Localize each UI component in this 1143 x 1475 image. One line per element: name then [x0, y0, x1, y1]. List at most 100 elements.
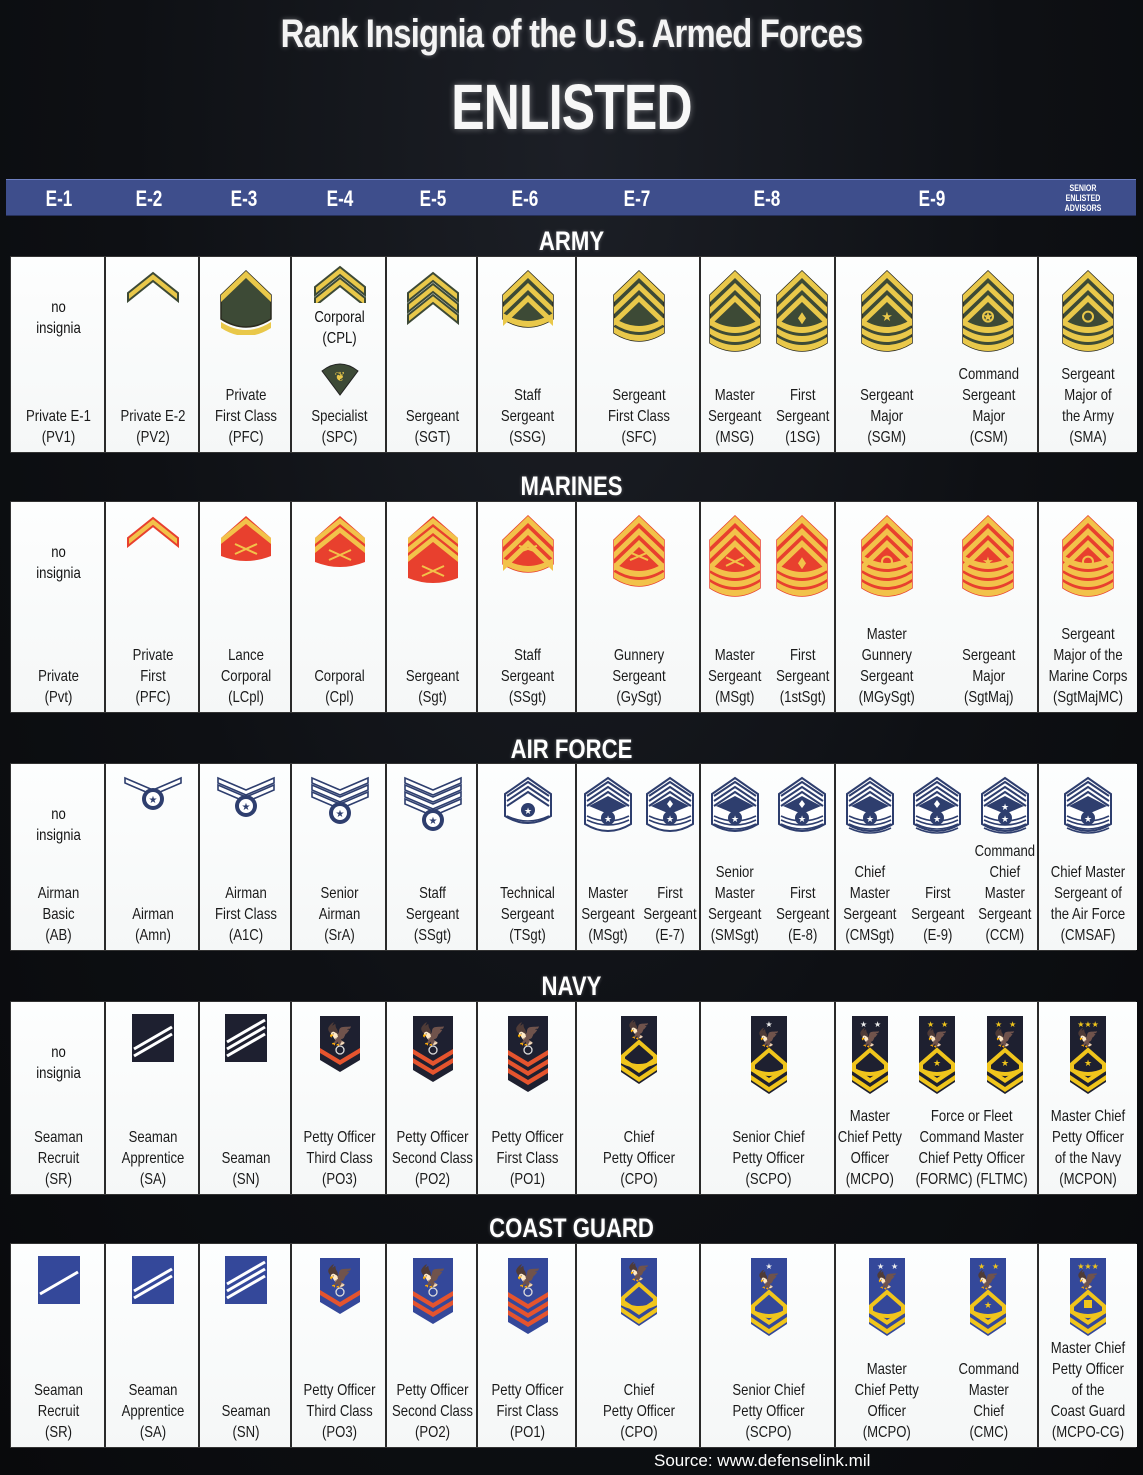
rank-label: First Sergeant (E-9) — [910, 885, 965, 944]
svg-text:🦅: 🦅 — [419, 1263, 446, 1289]
rank-label: Technical Sergeant (TSgt) — [500, 885, 555, 944]
rank-item: ★ Senior Airman (SrA) — [292, 764, 387, 950]
svg-text:★: ★ — [666, 814, 674, 824]
rank-label: Seaman (SN) — [221, 1150, 271, 1188]
svg-text:★: ★ — [798, 814, 806, 824]
eagle-rocker-1-star-icon: ★ 🦅 — [749, 1256, 789, 1343]
rank-label: Seaman Recruit (SR) — [34, 1382, 83, 1441]
rank-item: ★ Technical Sergeant (TSgt) — [478, 764, 577, 950]
rank-cell: Master Sergeant (MSgt) First Sergeant (1s… — [701, 502, 836, 712]
svg-text:🦅: 🦅 — [757, 1027, 779, 1048]
rank-item: Sergeant (SGT) — [387, 257, 478, 452]
svg-text:★: ★ — [604, 814, 612, 824]
section-title-marines: MARINES — [520, 471, 623, 501]
rank-item: ★ 🦅 Senior Chief Petty Officer (SCPO) — [701, 1002, 836, 1194]
af-wreath-8-stripe-icon: ★ — [1063, 776, 1113, 843]
svg-text:🦅: 🦅 — [859, 1027, 881, 1048]
rank-label: Chief Petty Officer (CPO) — [603, 1382, 675, 1441]
rank-label: Lance Corporal (LCpl) — [220, 647, 272, 706]
rank-label: Master Gunnery Sergeant (MGySgt) — [858, 626, 915, 706]
rank-label: Senior Master Sergeant (SMSgt) — [708, 864, 762, 944]
af-star-8-stripe-star-icon: ★ ★ — [980, 776, 1030, 843]
svg-text:🦅: 🦅 — [757, 1269, 779, 1290]
chevron-2-icon — [311, 263, 369, 309]
rank-label: Master Chief Petty Officer (MCPO) — [837, 1108, 902, 1188]
rank-item: Gunnery Sergeant (GySgt) — [577, 502, 701, 712]
af-star-4-stripe-icon: ★ — [403, 776, 463, 837]
rank-cell: Master Gunnery Sergeant (MGySgt) ★ Sergean… — [836, 502, 1039, 712]
rank-cell: no insignia Airman Basic (AB) — [11, 764, 106, 950]
rank-cell: 🦅 Petty Officer First Class (PO1) — [478, 1244, 577, 1447]
rank-item: 🦅 Petty Officer Third Class (PO3) — [292, 1002, 387, 1194]
rank-cell: ★ Chief Master Sergeant of the Air Force … — [1039, 764, 1137, 950]
af-star-8-stripe-diamond-icon: ★ — [912, 776, 962, 843]
rank-label: Staff Sergeant (SSgt) — [405, 885, 460, 944]
rank-item: ★ Chief Master Sergeant of the Air Force … — [1039, 764, 1137, 950]
rank-label: Chief Petty Officer (CPO) — [603, 1129, 675, 1188]
svg-text:★: ★ — [933, 814, 941, 824]
rank-label: Command Chief Master Sergeant (CCM) — [974, 843, 1036, 944]
eagle-chevron-1-icon: 🦅 — [318, 1014, 362, 1079]
rank-cell: no insignia Seaman Recruit (SR) — [11, 1002, 106, 1194]
stripes-2-icon — [132, 1014, 174, 1067]
rank-label: Staff Sergeant (SSgt) — [500, 647, 555, 706]
rank-label: Private (Pvt) — [38, 668, 79, 706]
chevron-3-rocker-2-rifles-icon — [610, 514, 668, 599]
rank-cell: 🦅 Petty Officer Third Class (PO3) — [292, 1244, 387, 1447]
rank-item: Staff Sergeant (SSgt) — [478, 502, 577, 712]
eagle-rocker-3-gold-star-icon: ★★★ 🦅 ★ — [1068, 1014, 1108, 1101]
rank-item: ★ 🦅 Senior Chief Petty Officer (SCPO) — [701, 1244, 836, 1447]
eagle-rocker-2-gold-star-icon: ★ ★ 🦅 ★ — [968, 1256, 1008, 1343]
svg-text:🦅: 🦅 — [926, 1027, 948, 1048]
section-title-navy: NAVY — [541, 971, 602, 1001]
section-title-army: ARMY — [538, 226, 605, 256]
rank-item: ★ Staff Sergeant (SSgt) — [387, 764, 478, 950]
eagle-rocker-2-gold-star-icon: ★ ★ 🦅 ★ — [917, 1014, 957, 1101]
rank-item: ★★★🦅★Master Chief Petty Officer of the C… — [1039, 1244, 1137, 1447]
rank-item: ★ Sergeant Major (SgtMaj) — [938, 502, 1040, 712]
rank-label: Senior Chief Petty Officer (SCPO) — [732, 1129, 805, 1188]
svg-text:🦅: 🦅 — [628, 1019, 650, 1040]
rank-item: Private E-2 (PV2) — [106, 257, 200, 452]
eagle-rocker-2-star-icon: ★ ★ 🦅 — [850, 1014, 890, 1101]
source-credit: Source: www.defenselink.mil — [654, 1451, 871, 1470]
rank-label: Command Master Chief (CMC) — [957, 1361, 1019, 1441]
svg-text:🦅: 🦅 — [1077, 1269, 1099, 1290]
rank-label: Seaman Apprentice (SA) — [121, 1382, 185, 1441]
rank-item: ★ ★ 🦅 Master Chief Petty Officer (MCPO) — [836, 1002, 904, 1194]
rank-cell: ★★★ 🦅 ★ Master Chief Petty Officer of the N… — [1039, 1002, 1137, 1194]
rank-item: ★ Chief Master Sergeant (CMSgt) — [836, 764, 904, 950]
rank-cell: ★ 🦅 Senior Chief Petty Officer (SCPO) — [701, 1002, 836, 1194]
svg-text:★: ★ — [866, 814, 874, 824]
svg-text:★: ★ — [1084, 814, 1092, 824]
rank-item: Seaman Recruit (SR) — [11, 1244, 106, 1447]
rank-label: Airman First Class (A1C) — [215, 885, 277, 944]
rank-item: Staff Sergeant (SSG) — [478, 257, 577, 452]
svg-text:★: ★ — [731, 814, 739, 824]
rank-label: Sergeant Major of the Marine Corps (SgtM… — [1048, 626, 1128, 706]
rank-label: Master Chief Petty Officer of the Navy (… — [1050, 1108, 1126, 1188]
grade-label: E-5 — [419, 186, 447, 211]
chevron-3-rocker-3-eagle-icon — [1059, 269, 1117, 364]
rank-label: Sergeant First Class (SFC) — [608, 387, 670, 446]
grade-label: E-6 — [511, 186, 539, 211]
rank-cell: ★ ★ 🦅 Master Chief Petty Officer (MCPO) ★ ★ 🦅 ★… — [836, 1002, 1039, 1194]
chevron-3-rocker-4-ega-icon — [1059, 514, 1117, 609]
rank-label: Chief Master Sergeant (CMSgt) — [843, 864, 897, 944]
rank-cell: no insignia Private E-1 (PV1) — [11, 257, 106, 452]
svg-text:★: ★ — [1001, 802, 1009, 812]
grade-label: E-9 — [918, 186, 946, 211]
grade-label: E-8 — [753, 186, 781, 211]
rank-label: Petty Officer First Class (PO1) — [491, 1129, 564, 1188]
rank-cell: 🦅 Petty Officer Second Class (PO2) — [387, 1002, 478, 1194]
rank-label: Petty Officer First Class (PO1) — [491, 1382, 564, 1441]
rank-label: Seaman Recruit (SR) — [34, 1129, 83, 1188]
rank-label: Staff Sergeant (SSG) — [500, 387, 555, 446]
rank-item: First Sergeant (1SG) — [769, 257, 837, 452]
chevron-3-rocker-3-icon — [706, 269, 764, 364]
af-star-1-stripe-icon: ★ — [123, 776, 183, 816]
rank-cell: Seaman (SN) — [200, 1244, 292, 1447]
rank-cell: ★ Airman First Class (A1C) — [200, 764, 292, 950]
chevron-1-icon — [124, 269, 182, 308]
rank-item: Seaman (SN) — [200, 1002, 292, 1194]
